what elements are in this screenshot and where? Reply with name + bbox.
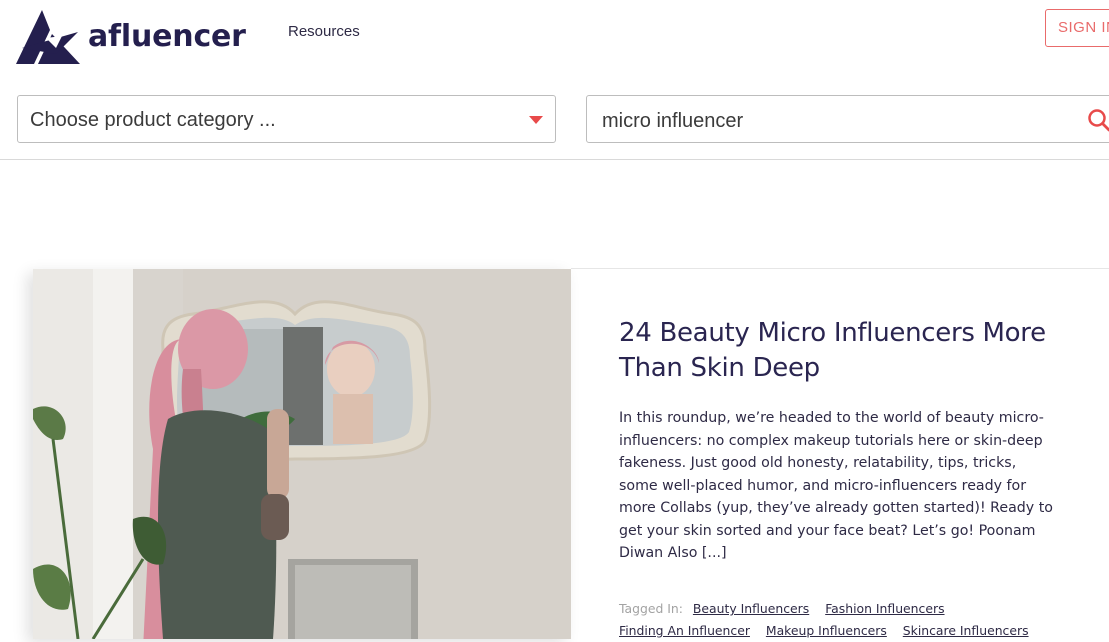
- product-category-select[interactable]: Choose product category ...: [17, 95, 556, 143]
- afluencer-logo-icon: [16, 8, 80, 65]
- article-tags: Tagged In: Beauty Influencers Fashion In…: [619, 598, 1089, 642]
- tag-link[interactable]: Makeup Influencers: [766, 623, 887, 638]
- nav-resources-link[interactable]: Resources: [288, 23, 360, 40]
- tag-link[interactable]: Beauty Influencers: [693, 601, 809, 616]
- article-title[interactable]: 24 Beauty Micro Influencers More Than Sk…: [619, 316, 1059, 386]
- tagged-in-label: Tagged In:: [619, 601, 683, 616]
- card-divider: [571, 268, 1109, 269]
- tag-link[interactable]: Fashion Influencers: [825, 601, 944, 616]
- category-select-value: Choose product category ...: [30, 109, 276, 132]
- logo-wordmark: afluencer: [88, 19, 246, 54]
- site-logo[interactable]: afluencer: [16, 8, 246, 65]
- search-icon[interactable]: [1087, 108, 1109, 132]
- article-thumbnail[interactable]: [33, 269, 571, 639]
- search-input[interactable]: [602, 108, 1072, 134]
- article-excerpt: In this roundup, we’re headed to the wor…: [619, 407, 1059, 565]
- sign-in-button[interactable]: SIGN IN: [1045, 9, 1109, 47]
- article-image: [33, 269, 571, 639]
- caret-down-icon: [529, 116, 543, 124]
- site-header: afluencer Resources SIGN IN Choose produ…: [0, 0, 1109, 160]
- tag-link[interactable]: Skincare Influencers: [903, 623, 1029, 638]
- tag-link[interactable]: Finding An Influencer: [619, 623, 750, 638]
- search-box[interactable]: [586, 95, 1109, 143]
